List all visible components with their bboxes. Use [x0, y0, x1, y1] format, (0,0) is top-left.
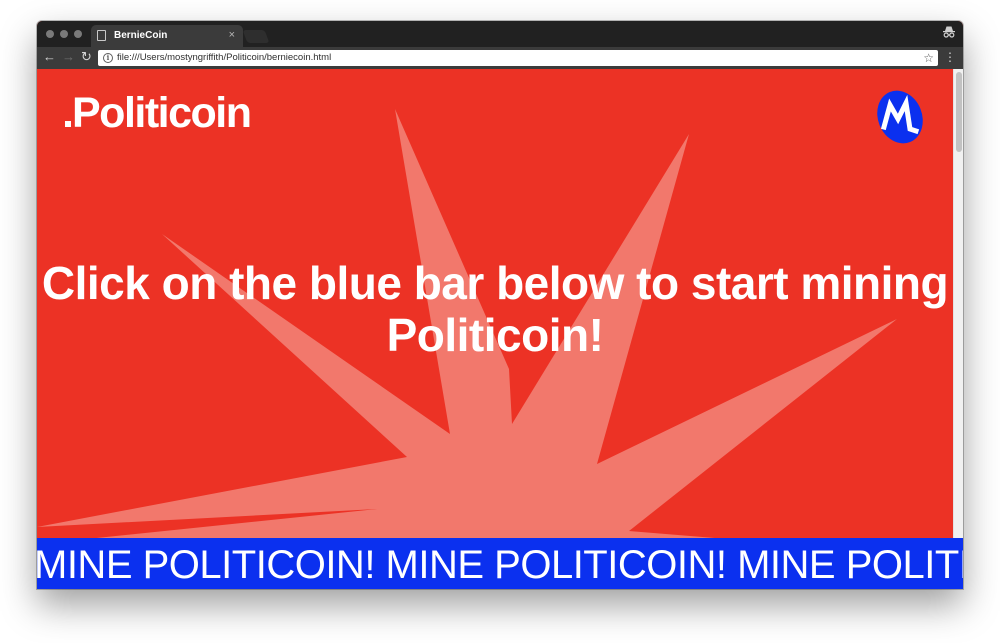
page-viewport: Politicoin Click on the blue bar below t… [37, 69, 963, 589]
browser-toolbar: ← → ↻ i file:///Users/mostyngriffith/Pol… [37, 47, 963, 69]
logo-mark [65, 121, 71, 127]
politicoin-logo[interactable]: Politicoin [65, 89, 252, 137]
vertical-scrollbar[interactable] [953, 69, 963, 539]
mine-bar-text: MINE POLITICOIN! MINE POLITICOIN! MINE P… [37, 543, 963, 587]
browser-window: BernieCoin × ← → ↻ i file:///Users/mosty… [37, 21, 963, 589]
forward-arrow-icon[interactable]: → [62, 49, 75, 65]
document-icon [97, 30, 106, 41]
address-bar[interactable]: i file:///Users/mostyngriffith/Politicoi… [98, 50, 938, 66]
tab-title: BernieCoin [114, 30, 168, 41]
m-logo-icon[interactable] [876, 89, 924, 145]
logo-text: Politicoin [72, 89, 252, 137]
info-icon[interactable]: i [103, 53, 113, 63]
menu-dots-icon[interactable]: ⋮ [944, 50, 956, 64]
minimize-window-button[interactable] [60, 30, 68, 38]
incognito-icon [942, 25, 956, 42]
new-tab-button[interactable] [242, 30, 270, 43]
scrollbar-thumb[interactable] [956, 72, 962, 152]
maximize-window-button[interactable] [74, 30, 82, 38]
close-window-button[interactable] [46, 30, 54, 38]
headline: Click on the blue bar below to start min… [41, 257, 949, 361]
reload-icon[interactable]: ↻ [81, 49, 92, 65]
tab-berniecoin[interactable]: BernieCoin × [91, 25, 243, 47]
url-text[interactable]: file:///Users/mostyngriffith/Politicoin/… [117, 52, 331, 63]
tab-close-icon[interactable]: × [229, 29, 235, 41]
bookmark-star-icon[interactable]: ☆ [923, 50, 934, 66]
tab-strip: BernieCoin × [37, 21, 963, 47]
back-arrow-icon[interactable]: ← [43, 49, 56, 65]
mine-politicoin-bar[interactable]: MINE POLITICOIN! MINE POLITICOIN! MINE P… [37, 538, 963, 589]
